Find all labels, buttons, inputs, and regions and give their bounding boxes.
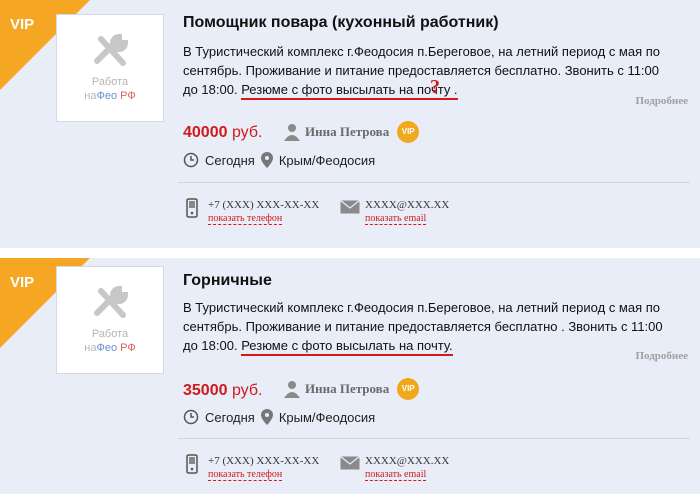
email-contact: XXXX@XXX.XX показать email bbox=[365, 199, 449, 225]
listing-date: Сегодня bbox=[205, 409, 255, 425]
highlighted-note: Резюме с фото высылать на почту. bbox=[241, 338, 453, 356]
phone-icon bbox=[186, 454, 198, 474]
phone-icon bbox=[186, 198, 198, 218]
listing-description: В Туристический комплекс г.Феодосия п.Бе… bbox=[183, 298, 673, 356]
tools-icon bbox=[94, 285, 129, 318]
envelope-icon bbox=[340, 456, 360, 470]
price: 40000 руб. bbox=[183, 124, 263, 141]
listing-card: VIP Работа наФео РФ Горничные В Туристич… bbox=[0, 258, 700, 494]
listing-date: Сегодня bbox=[205, 152, 255, 168]
tools-icon bbox=[94, 33, 129, 66]
show-email-link[interactable]: показать email bbox=[365, 213, 427, 225]
phone-contact: +7 (XXX) XXX-XX-XX показать телефон bbox=[208, 199, 319, 225]
show-email-link[interactable]: показать email bbox=[365, 469, 427, 481]
listing-title[interactable]: Горничные bbox=[183, 272, 272, 290]
location-pin-icon bbox=[260, 409, 273, 425]
listing-meta: Сегодня Крым/Феодосия bbox=[183, 152, 375, 168]
price: 35000 руб. bbox=[183, 382, 263, 399]
envelope-icon bbox=[340, 200, 360, 214]
listing-card: VIP Работа наФео РФ Помощник повара (кух… bbox=[0, 0, 700, 248]
location-pin-icon bbox=[260, 152, 273, 168]
vip-ribbon-label: VIP bbox=[10, 16, 35, 33]
vip-ribbon-label: VIP bbox=[10, 274, 35, 291]
listing-thumbnail[interactable]: Работа наФео РФ bbox=[56, 266, 164, 374]
listing-thumbnail[interactable]: Работа наФео РФ bbox=[56, 14, 164, 122]
show-phone-link[interactable]: показать телефон bbox=[208, 469, 283, 481]
author[interactable]: Инна Петрова VIP bbox=[283, 121, 420, 143]
email-contact: XXXX@XXX.XX показать email bbox=[365, 455, 449, 481]
author-name: Инна Петрова bbox=[305, 124, 390, 139]
question-mark-annotation: ? bbox=[430, 76, 440, 98]
show-phone-link[interactable]: показать телефон bbox=[208, 213, 283, 225]
email-address: XXXX@XXX.XX bbox=[365, 455, 450, 467]
clock-icon bbox=[183, 409, 199, 425]
listing-meta: Сегодня Крым/Феодосия bbox=[183, 409, 375, 425]
more-link[interactable]: Подробнее bbox=[635, 350, 688, 362]
thumbnail-brand: Работа наФео РФ bbox=[84, 76, 136, 102]
author-name: Инна Петрова bbox=[305, 381, 390, 396]
listing-location: Крым/Феодосия bbox=[278, 152, 376, 168]
author-vip-badge: VIP bbox=[397, 121, 420, 143]
phone-number: +7 (XXX) XXX-XX-XX bbox=[208, 199, 320, 211]
listing-description: В Туристический комплекс г.Феодосия п.Бе… bbox=[183, 42, 673, 100]
listing-title[interactable]: Помощник повара (кухонный работник) bbox=[183, 14, 499, 32]
user-icon bbox=[284, 381, 300, 398]
phone-number: +7 (XXX) XXX-XX-XX bbox=[208, 455, 320, 467]
divider bbox=[178, 438, 690, 439]
phone-contact: +7 (XXX) XXX-XX-XX показать телефон bbox=[208, 455, 319, 481]
author[interactable]: Инна Петрова VIP bbox=[283, 378, 420, 400]
author-vip-badge: VIP bbox=[397, 378, 420, 400]
thumbnail-brand: Работа наФео РФ bbox=[84, 328, 136, 354]
clock-icon bbox=[183, 152, 199, 168]
more-link[interactable]: Подробнее bbox=[635, 95, 688, 107]
listing-location: Крым/Феодосия bbox=[278, 409, 376, 425]
user-icon bbox=[284, 124, 300, 141]
highlighted-note: Резюме с фото высылать на почту . bbox=[241, 82, 458, 100]
divider bbox=[178, 182, 690, 183]
email-address: XXXX@XXX.XX bbox=[365, 199, 450, 211]
